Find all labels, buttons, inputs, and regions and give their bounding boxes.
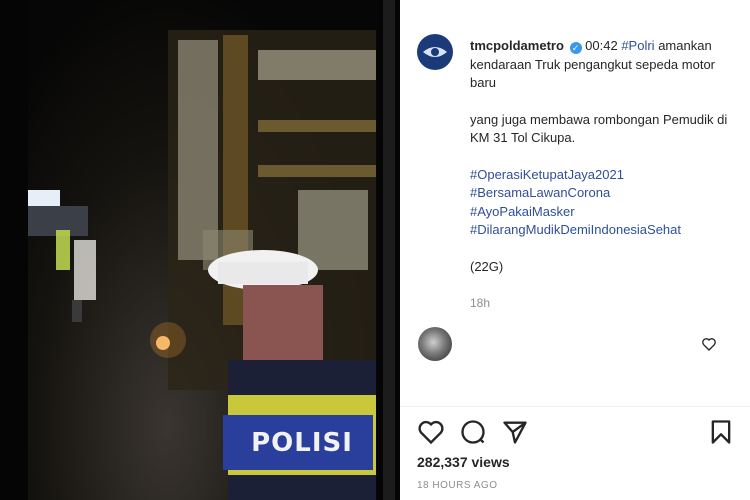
hashtag-polri[interactable]: #Polri — [621, 38, 654, 53]
hashtag-item[interactable]: #BersamaLawanCorona — [470, 184, 740, 203]
view-count[interactable]: 282,337 views — [417, 454, 510, 470]
bookmark-icon[interactable] — [707, 418, 735, 446]
comment-like-heart-icon[interactable] — [701, 336, 717, 352]
username-link[interactable]: tmcpoldametro — [470, 38, 564, 53]
divider — [400, 406, 750, 407]
police-logo-icon — [423, 47, 447, 57]
posted-time: 18 HOURS AGO — [417, 480, 498, 491]
hashtag-item[interactable]: #AyoPakaiMasker — [470, 203, 740, 222]
heart-icon[interactable] — [417, 418, 445, 446]
share-icon[interactable] — [501, 418, 529, 446]
video-side-bar — [383, 0, 395, 500]
post-caption: tmcpoldametro ✓ 00:42 #Polri amankan ken… — [470, 37, 740, 313]
comment-icon[interactable] — [459, 418, 487, 446]
action-bar — [417, 418, 737, 446]
hashtag-list: #OperasiKetupatJaya2021 #BersamaLawanCor… — [470, 166, 740, 240]
caption-code: (22G) — [470, 258, 504, 274]
caption-age[interactable]: 18h — [470, 294, 740, 313]
polisi-badge-text: POLISI — [251, 427, 353, 458]
profile-avatar[interactable] — [417, 34, 453, 70]
comment-avatar[interactable] — [418, 327, 452, 361]
hashtag-item[interactable]: #OperasiKetupatJaya2021 — [470, 166, 740, 185]
video-player[interactable]: POLISI — [0, 0, 400, 500]
post-time: 00:42 — [585, 38, 618, 53]
verified-icon: ✓ — [569, 42, 582, 54]
hashtag-item[interactable]: #DilarangMudikDemiIndonesiaSehat — [470, 221, 740, 240]
video-frame[interactable]: POLISI — [28, 0, 376, 500]
caption-line-2: yang juga membawa rombongan Pemudik di K… — [470, 111, 728, 146]
